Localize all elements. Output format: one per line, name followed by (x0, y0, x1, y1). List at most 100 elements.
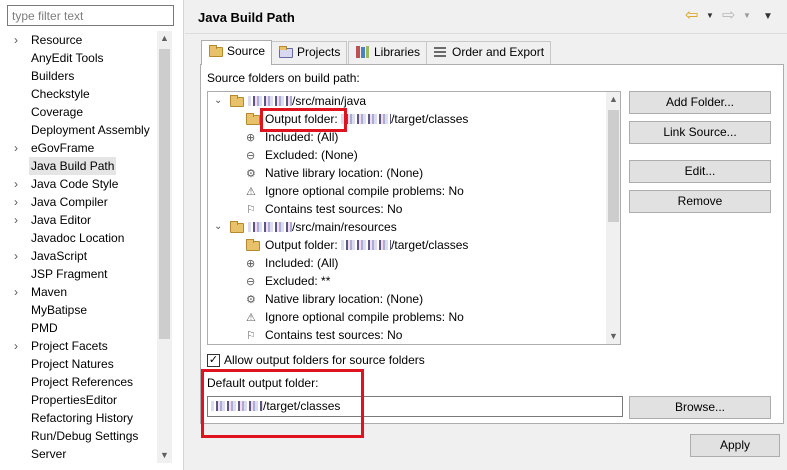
allow-output-folders-checkbox[interactable]: ✓ (207, 354, 220, 367)
folder-property-row[interactable]: Output folder: /target/classes (208, 110, 598, 128)
edit-button[interactable]: Edit... (629, 160, 771, 183)
property-text: Ignore optional compile problems: No (265, 184, 464, 198)
pref-item-run-debug-settings[interactable]: Run/Debug Settings (0, 427, 172, 445)
project-icon (278, 46, 293, 58)
pref-item-label: Java Code Style (31, 177, 119, 191)
collapse-chevron-icon[interactable]: ⌄ (214, 218, 224, 236)
scroll-up-icon[interactable]: ▲ (157, 31, 172, 46)
pref-item-label: Deployment Assembly (31, 123, 150, 137)
expand-chevron-icon[interactable]: › (14, 175, 24, 193)
pref-item-jsp-fragment[interactable]: JSP Fragment (0, 265, 172, 283)
pref-item-maven[interactable]: › Maven (0, 283, 172, 301)
back-menu-chevron-icon[interactable]: ▼ (706, 11, 714, 20)
tab-projects[interactable]: Projects (271, 41, 348, 64)
exclusion-filter-icon: ⊖ (246, 275, 256, 288)
folder-property-row[interactable]: ⚙ Native library location: (None) (208, 290, 598, 308)
expand-chevron-icon[interactable]: › (14, 211, 24, 229)
pref-item-java-editor[interactable]: › Java Editor (0, 211, 172, 229)
tab-libraries[interactable]: Libraries (348, 41, 428, 64)
property-text: Output folder: /target/classes (265, 112, 469, 126)
forward-arrow-icon[interactable]: ⇨ (722, 7, 742, 25)
folder-property-row[interactable]: ⊖ Excluded: ** (208, 272, 598, 290)
folder-property-row[interactable]: ⚠ Ignore optional compile problems: No (208, 308, 598, 326)
expand-chevron-icon[interactable]: › (14, 337, 24, 355)
pref-item-label: JavaScript (31, 249, 88, 263)
obscured-project-name (248, 96, 292, 106)
link-source-button[interactable]: Link Source... (629, 121, 771, 144)
property-text: Contains test sources: No (265, 328, 403, 342)
pref-item-java-compiler[interactable]: › Java Compiler (0, 193, 172, 211)
source-folder-path: /src/main/java (248, 92, 366, 110)
pref-item-checkstyle[interactable]: Checkstyle (0, 85, 172, 103)
apply-button[interactable]: Apply (690, 434, 780, 457)
pref-item-mybatipse[interactable]: MyBatipse (0, 301, 172, 319)
property-page: Java Build Path ⇦ ▼ ⇨ ▼ ▼ Source Project… (185, 0, 787, 470)
folder-property-row[interactable]: ⚐ Contains test sources: No (208, 200, 598, 218)
pref-item-project-references[interactable]: Project References (0, 373, 172, 391)
folder-property-row[interactable]: ⚐ Contains test sources: No (208, 326, 598, 344)
view-menu-icon[interactable]: ▼ (763, 11, 773, 22)
default-output-folder-field[interactable]: /target/classes (207, 396, 623, 417)
pref-item-propertieseditor[interactable]: PropertiesEditor (0, 391, 172, 409)
source-folder-node[interactable]: ⌄ /src/main/resources (208, 218, 598, 236)
folder-property-row[interactable]: ⚙ Native library location: (None) (208, 164, 598, 182)
forward-menu-chevron-icon[interactable]: ▼ (743, 11, 751, 20)
folder-property-row[interactable]: Output folder: /target/classes (208, 236, 598, 254)
folder-property-row[interactable]: ⊕ Included: (All) (208, 254, 598, 272)
obscured-project-name (248, 222, 292, 232)
scroll-thumb[interactable] (159, 49, 170, 339)
tab-source[interactable]: Source (201, 40, 273, 65)
collapse-chevron-icon[interactable]: ⌄ (214, 92, 224, 110)
expand-chevron-icon[interactable]: › (14, 247, 24, 265)
pref-item-deployment-assembly[interactable]: Deployment Assembly (0, 121, 172, 139)
preferences-navigation: › Resource AnyEdit Tools Builders Checkstyle… (0, 0, 184, 470)
pref-item-label: Java Editor (31, 213, 92, 227)
pref-item-label: Javadoc Location (31, 231, 125, 245)
test-sources-icon: ⚐ (246, 329, 256, 342)
pref-item-pmd[interactable]: PMD (0, 319, 172, 337)
pref-item-coverage[interactable]: Coverage (0, 103, 172, 121)
expand-chevron-icon[interactable]: › (14, 193, 24, 211)
expand-chevron-icon[interactable]: › (14, 31, 24, 49)
pref-item-java-code-style[interactable]: › Java Code Style (0, 175, 172, 193)
folder-property-row[interactable]: ⚠ Ignore optional compile problems: No (208, 182, 598, 200)
pref-item-builders[interactable]: Builders (0, 67, 172, 85)
pref-item-refactoring-history[interactable]: Refactoring History (0, 409, 172, 427)
folder-property-row[interactable]: ⊖ Excluded: (None) (208, 146, 598, 164)
scroll-down-icon[interactable]: ▼ (606, 329, 620, 344)
remove-button[interactable]: Remove (629, 190, 771, 213)
pref-item-resource[interactable]: › Resource (0, 31, 172, 49)
scroll-down-icon[interactable]: ▼ (157, 448, 172, 463)
ignore-problems-icon: ⚠ (246, 311, 256, 324)
pref-item-javadoc-location[interactable]: Javadoc Location (0, 229, 172, 247)
pref-item-egovframe[interactable]: › eGovFrame (0, 139, 172, 157)
scroll-thumb[interactable] (608, 110, 619, 222)
pref-item-java-build-path[interactable]: Java Build Path (0, 157, 172, 175)
preferences-tree-scrollbar[interactable]: ▲ ▼ (157, 31, 172, 463)
source-tree-scrollbar[interactable]: ▲ ▼ (606, 92, 620, 344)
expand-chevron-icon[interactable]: › (14, 283, 24, 301)
pref-item-server[interactable]: Server (0, 445, 172, 463)
property-text: Ignore optional compile problems: No (265, 310, 464, 324)
pref-item-anyedit-tools[interactable]: AnyEdit Tools (0, 49, 172, 67)
inclusion-filter-icon: ⊕ (246, 257, 256, 270)
tab-order-and-export[interactable]: Order and Export (426, 41, 552, 64)
source-folders-label: Source folders on build path: (207, 71, 360, 85)
page-title: Java Build Path (198, 10, 295, 25)
source-folder-node[interactable]: ⌄ /src/main/java (208, 92, 598, 110)
pref-item-label: Builders (31, 69, 75, 83)
pref-item-label: PropertiesEditor (31, 393, 118, 407)
source-folders-tree[interactable]: ⌄ /src/main/java Output folder: /target/cl… (207, 91, 621, 345)
pref-item-project-facets[interactable]: › Project Facets (0, 337, 172, 355)
expand-chevron-icon[interactable]: › (14, 139, 24, 157)
pref-item-project-natures[interactable]: Project Natures (0, 355, 172, 373)
add-folder-button[interactable]: Add Folder... (629, 91, 771, 114)
source-folder-icon (208, 45, 223, 57)
back-arrow-icon[interactable]: ⇦ (685, 7, 705, 25)
browse-button[interactable]: Browse... (629, 396, 771, 419)
scroll-up-icon[interactable]: ▲ (606, 92, 620, 107)
pref-item-label: Maven (31, 285, 68, 299)
folder-property-row[interactable]: ⊕ Included: (All) (208, 128, 598, 146)
filter-input[interactable] (7, 5, 174, 26)
pref-item-javascript[interactable]: › JavaScript (0, 247, 172, 265)
